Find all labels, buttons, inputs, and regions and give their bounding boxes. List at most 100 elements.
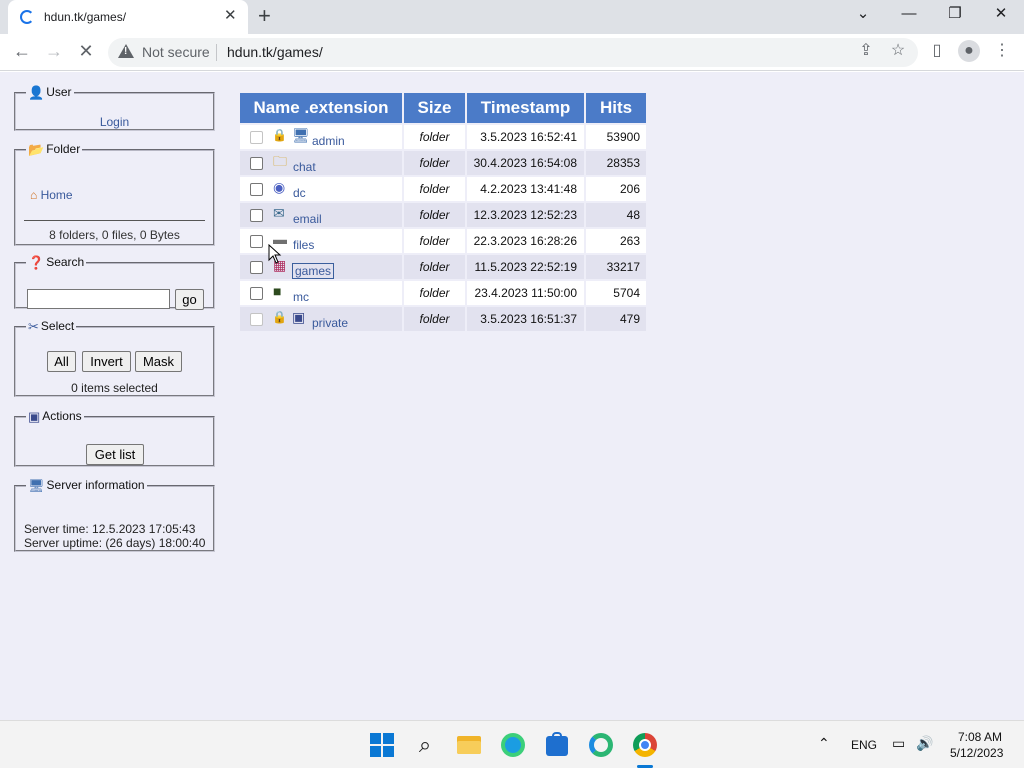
search-input[interactable] [27, 289, 170, 309]
table-row[interactable]: ▬ files folder 22.3.2023 16:28:26 263 [238, 227, 648, 255]
warning-icon [118, 44, 134, 58]
back-arrow-icon[interactable]: ← [11, 40, 33, 62]
folder-link[interactable]: email [293, 212, 322, 226]
timestamp-cell: 12.3.2023 12:52:23 [465, 201, 586, 229]
clock-date[interactable]: 5/12/2023 [950, 746, 1003, 760]
row-checkbox [250, 131, 263, 144]
get-list-button[interactable]: Get list [86, 444, 144, 465]
folder-link[interactable]: admin [312, 134, 345, 148]
start-button[interactable] [368, 731, 396, 759]
server-time: Server time: 12.5.2023 17:05:43 [24, 522, 196, 536]
size-cell: folder [402, 123, 467, 151]
chrome-browser-icon[interactable] [631, 731, 659, 759]
size-cell: folder [402, 305, 467, 333]
actions-legend-label: Actions [42, 409, 82, 423]
search-go-button[interactable]: go [175, 289, 204, 310]
file-explorer-icon[interactable] [455, 731, 483, 759]
profile-avatar-icon[interactable]: ● [958, 40, 980, 62]
user-icon: 👤 [28, 85, 45, 100]
language-indicator[interactable]: ENG [851, 738, 877, 752]
name-cell: 🔒 ▣ private [238, 305, 404, 333]
bookmark-star-icon[interactable]: ☆ [887, 40, 909, 62]
tray-chevron-up-icon[interactable]: ⌃ [818, 735, 830, 752]
user-legend-label: User [46, 85, 72, 99]
login-link[interactable]: Login [16, 115, 213, 129]
table-row[interactable]: 🔒 ▣ private folder 3.5.2023 16:51:37 479 [238, 305, 648, 333]
select-all-button[interactable]: All [47, 351, 76, 372]
table-row[interactable]: ▦ games folder 11.5.2023 22:52:19 33217 [238, 253, 648, 281]
folder-link[interactable]: dc [293, 186, 306, 200]
clock-time[interactable]: 7:08 AM [958, 730, 1002, 744]
row-checkbox[interactable] [250, 157, 263, 170]
taskbar-search-icon[interactable]: ⌕ [411, 731, 439, 759]
folder-link[interactable]: mc [293, 290, 309, 304]
new-tab-button[interactable]: + [258, 4, 271, 28]
timestamp-cell: 11.5.2023 22:52:19 [465, 253, 586, 281]
mask-button[interactable]: Mask [135, 351, 182, 372]
table-row[interactable]: 🗀 chat folder 30.4.2023 16:54:08 28353 [238, 149, 648, 177]
folder-link[interactable]: files [293, 238, 314, 252]
invert-selection-button[interactable]: Invert [82, 351, 131, 372]
column-header-size[interactable]: Size [402, 91, 467, 125]
home-link[interactable]: ⌂ Home [30, 188, 73, 202]
folder-link[interactable]: games [291, 263, 335, 279]
search-legend: ❓ Search [26, 255, 86, 271]
minimize-icon[interactable]: — [897, 5, 921, 23]
server-info-panel: 🖥 Server information Server time: 12.5.20… [14, 478, 215, 552]
table-row[interactable]: ■ mc folder 23.4.2023 11:50:00 5704 [238, 279, 648, 307]
tab-close-icon[interactable]: ✕ [224, 8, 237, 24]
hits-cell: 33217 [584, 253, 648, 281]
folder-legend: 📂 Folder [26, 142, 82, 158]
name-cell: ■ mc [238, 279, 404, 307]
share-icon[interactable]: ⇪ [855, 40, 877, 62]
select-legend: ✂ Select [26, 319, 76, 335]
app-swirl-icon[interactable] [587, 731, 615, 759]
not-secure-label[interactable]: Not secure [142, 44, 210, 60]
row-checkbox[interactable] [250, 261, 263, 274]
server-legend-label: Server information [46, 478, 145, 492]
server-uptime: Server uptime: (26 days) 18:00:40 [24, 536, 206, 550]
edge-browser-icon[interactable] [499, 731, 527, 759]
address-bar[interactable]: Not secure hdun.tk/games/ [108, 38, 918, 67]
search-panel: ❓ Search go [14, 255, 215, 310]
size-cell: folder [402, 279, 467, 307]
table-row[interactable]: 🔒 🖥 admin folder 3.5.2023 16:52:41 53900 [238, 123, 648, 151]
divider [216, 44, 217, 61]
size-cell: folder [402, 253, 467, 281]
row-checkbox[interactable] [250, 183, 263, 196]
hits-cell: 263 [584, 227, 648, 255]
actions-panel: ▣ Actions Get list [14, 409, 215, 467]
floppy-icon: ▣ [292, 309, 306, 325]
url-text[interactable]: hdun.tk/games/ [227, 44, 323, 60]
timestamp-cell: 30.4.2023 16:54:08 [465, 149, 586, 177]
volume-icon[interactable]: 🔊 [916, 735, 933, 752]
size-cell: folder [402, 201, 467, 229]
row-checkbox[interactable] [250, 287, 263, 300]
row-checkbox[interactable] [250, 235, 263, 248]
server-computer-icon: 🖥 [28, 478, 45, 493]
browser-toolbar: ← → ✕ Not secure hdun.tk/games/ ⇪ ☆ ▯ ● … [0, 34, 1024, 71]
folder-link[interactable]: chat [293, 160, 316, 174]
tab-search-chevron-icon[interactable]: ⌄ [851, 5, 875, 23]
table-row[interactable]: ✉ email folder 12.3.2023 12:52:23 48 [238, 201, 648, 229]
table-header-row: Name .extension Size Timestamp Hits [238, 91, 648, 125]
hits-cell: 53900 [584, 123, 648, 151]
column-header-timestamp[interactable]: Timestamp [465, 91, 586, 125]
restore-icon[interactable]: ❐ [943, 5, 967, 23]
side-panel-icon[interactable]: ▯ [926, 40, 948, 62]
forward-arrow-icon[interactable]: → [43, 40, 65, 62]
browser-tab[interactable]: hdun.tk/games/ ✕ [8, 0, 248, 34]
network-icon[interactable]: ▭ [892, 735, 905, 752]
folder-link[interactable]: private [312, 316, 348, 330]
window-close-icon[interactable]: ✕ [989, 5, 1013, 23]
row-checkbox[interactable] [250, 209, 263, 222]
disc-icon: ◉ [273, 179, 286, 195]
stop-loading-icon[interactable]: ✕ [75, 40, 97, 62]
hits-cell: 48 [584, 201, 648, 229]
table-row[interactable]: ◉ dc folder 4.2.2023 13:41:48 206 [238, 175, 648, 203]
menu-kebab-icon[interactable]: ⋮ [991, 40, 1013, 62]
column-header-name[interactable]: Name .extension [238, 91, 404, 125]
column-header-hits[interactable]: Hits [584, 91, 648, 125]
microsoft-store-icon[interactable] [543, 731, 571, 759]
lock-icon: 🔒 [272, 128, 287, 142]
